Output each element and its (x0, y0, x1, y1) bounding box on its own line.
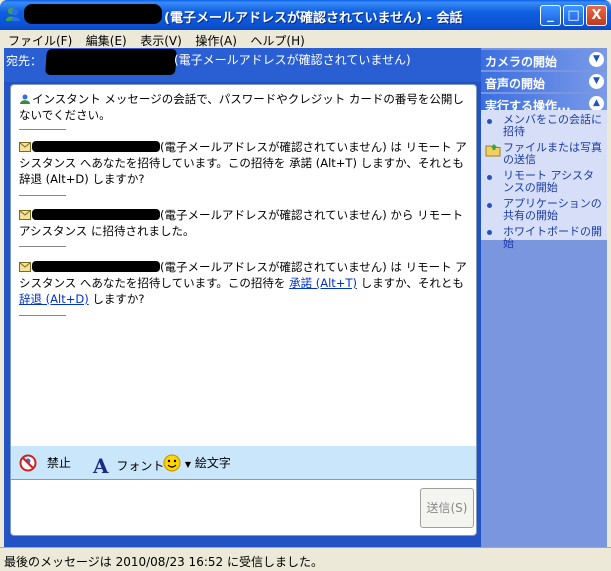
bullet-icon (487, 230, 492, 235)
chevron-down-icon[interactable]: ▼ (589, 52, 604, 67)
warning-message: インスタント メッセージの会話で、パスワードやクレジット カードの番号を公開しな… (19, 92, 464, 122)
folder-icon (485, 144, 501, 157)
bullet-icon (487, 175, 492, 180)
conversation-pane: 宛先： (電子メールアドレスが確認されていません) インスタント メッセージの会… (4, 48, 481, 547)
separator (19, 315, 66, 316)
status-bar: 最後のメッセージは 2010/08/23 16:52 に受信しました。 (0, 547, 611, 571)
separator (19, 129, 66, 130)
envelope-icon (19, 210, 31, 220)
close-button[interactable]: X (586, 5, 607, 26)
envelope-icon (19, 262, 31, 272)
start-camera-header[interactable]: カメラの開始 ▼ (481, 50, 607, 70)
block-icon (19, 454, 37, 472)
person-icon (20, 94, 30, 104)
actions-list: メンバをこの会話に招待 ファイルまたは写真の送信 リモート アシスタンスの開始 … (481, 110, 607, 250)
start-audio-header[interactable]: 音声の開始 ▼ (481, 72, 607, 92)
message-history[interactable]: インスタント メッセージの会話で、パスワードやクレジット カードの番号を公開しな… (10, 84, 477, 446)
chevron-up-icon[interactable]: ▲ (589, 96, 604, 111)
menu-file[interactable]: ファイル(F) (4, 30, 78, 49)
menu-help[interactable]: ヘルプ(H) (246, 30, 310, 49)
bullet-icon (487, 119, 492, 124)
menu-view[interactable]: 表示(V) (136, 30, 188, 49)
window-title: (電子メールアドレスが確認されていません) - 会話 (164, 11, 463, 26)
chevron-down-icon: ▼ (184, 460, 191, 469)
block-button[interactable]: 禁止 (19, 454, 71, 472)
minimize-button[interactable]: _ (540, 5, 561, 26)
conversation-frame: 宛先： (電子メールアドレスが確認されていません) インスタント メッセージの会… (4, 48, 607, 547)
invite-message-2: (電子メールアドレスが確認されていません) は リモート アシスタンス へあなた… (19, 260, 467, 306)
redacted-sender (32, 141, 160, 152)
menu-bar: ファイル(F) 編集(E) 表示(V) 操作(A) ヘルプ(H) (4, 30, 607, 48)
smiley-icon (163, 454, 181, 472)
redacted-recipient (45, 49, 177, 75)
to-bar: 宛先： (電子メールアドレスが確認されていません) (4, 48, 481, 82)
envelope-icon (19, 142, 31, 152)
redacted-sender (32, 261, 160, 272)
font-button[interactable]: A フォント (93, 454, 164, 478)
bullet-icon (487, 203, 492, 208)
message-input[interactable]: 送信(S) (10, 479, 477, 536)
send-button[interactable]: 送信(S) (420, 488, 474, 528)
menu-edit[interactable]: 編集(E) (82, 30, 133, 49)
maximize-button[interactable]: □ (563, 5, 584, 26)
menu-actions[interactable]: 操作(A) (191, 30, 243, 49)
to-label: 宛先： (6, 54, 43, 68)
separator (19, 246, 66, 247)
emoticon-button[interactable]: ▼ 絵文字 (163, 454, 231, 472)
invite-message-1: (電子メールアドレスが確認されていません) は リモート アシスタンス へあなた… (19, 140, 467, 186)
messenger-icon (6, 7, 20, 21)
redacted-sender (32, 209, 160, 220)
redacted-contact-name (24, 4, 162, 24)
font-icon: A (93, 454, 109, 478)
decline-link[interactable]: 辞退 (Alt+D) (19, 292, 89, 306)
to-note: (電子メールアドレスが確認されていません) (174, 53, 411, 67)
invited-message: (電子メールアドレスが確認されていません) から リモート アシスタンス に招待… (19, 208, 464, 238)
format-toolbar: 禁止 A フォント ▼ 絵文字 (10, 446, 477, 479)
title-bar: (電子メールアドレスが確認されていません) - 会話 _ □ X (0, 0, 611, 30)
chevron-down-icon[interactable]: ▼ (589, 74, 604, 89)
separator (19, 195, 66, 196)
status-text: 最後のメッセージは 2010/08/23 16:52 に受信しました。 (4, 555, 323, 569)
accept-link[interactable]: 承諾 (Alt+T) (289, 276, 357, 290)
task-pane: カメラの開始 ▼ 音声の開始 ▼ 実行する操作... ▲ メンバをこの会話に招待 ファ… (481, 48, 607, 547)
